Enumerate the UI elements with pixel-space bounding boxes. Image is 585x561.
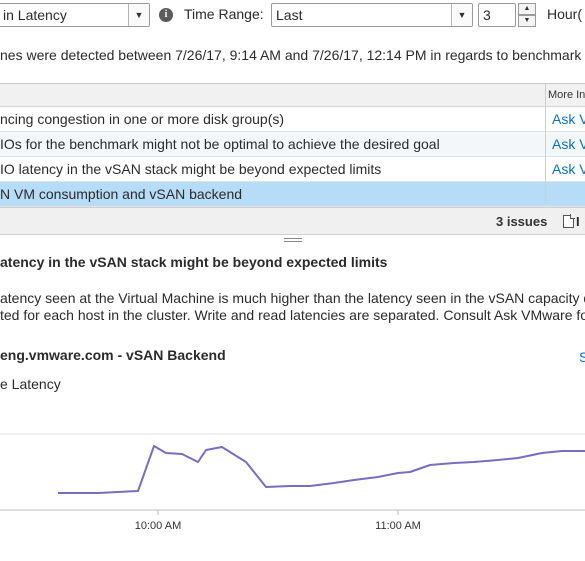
detail-description-line-1: atency seen at the Virtual Machine is mu… <box>0 290 585 306</box>
chevron-down-icon: ▼ <box>128 4 149 26</box>
table-row-selected[interactable]: N VM consumption and vSAN backend <box>0 182 585 207</box>
table-header: More In <box>0 83 585 107</box>
table-footer: 3 issues I <box>0 207 585 235</box>
ask-vmware-link[interactable]: Ask V <box>552 107 585 131</box>
metric-dropdown[interactable]: in Latency ▼ <box>0 3 150 27</box>
unit-label: Hour( <box>547 6 583 22</box>
issue-text: IOs for the benchmark might not be optim… <box>0 136 440 152</box>
ask-vmware-link[interactable]: Ask V <box>552 132 585 156</box>
issues-count: 3 issues <box>496 214 548 229</box>
panel-splitter-handle[interactable] <box>284 238 302 244</box>
range-value-input[interactable]: 3 <box>478 3 516 27</box>
time-range-label: Time Range: <box>184 6 264 22</box>
range-value-text: 3 <box>483 7 491 23</box>
stepper-up-icon[interactable]: ▲ <box>518 3 536 15</box>
chevron-down-icon: ▼ <box>451 4 472 26</box>
detail-title: atency in the vSAN stack might be beyond… <box>0 254 388 270</box>
x-tick-label: 11:00 AM <box>375 520 421 532</box>
table-row[interactable]: IO latency in the vSAN stack might be be… <box>0 157 585 182</box>
export-label: I <box>576 214 580 229</box>
series-line <box>58 445 585 494</box>
issue-text: IO latency in the vSAN stack might be be… <box>0 161 382 177</box>
table-row[interactable]: ncing congestion in one or more disk gro… <box>0 107 585 132</box>
time-range-dropdown-value: Last <box>276 7 303 23</box>
issue-text: N VM consumption and vSAN backend <box>0 186 243 202</box>
summary-text: nes were detected between 7/26/17, 9:14 … <box>0 47 585 63</box>
time-range-dropdown[interactable]: Last ▼ <box>271 3 473 27</box>
x-tick-label: 10:00 AM <box>135 520 181 532</box>
chart-series-label: e Latency <box>0 376 61 392</box>
info-icon[interactable]: i <box>159 8 173 22</box>
ask-vmware-link[interactable]: Ask V <box>552 157 585 181</box>
more-info-column-header: More In <box>548 89 585 101</box>
latency-chart: 10:00 AM 11:00 AM <box>0 433 585 532</box>
stepper-down-icon[interactable]: ▼ <box>518 15 536 27</box>
detail-description-line-2: ted for each host in the cluster. Write … <box>0 307 585 323</box>
metric-dropdown-value: in Latency <box>3 7 67 23</box>
column-divider <box>545 83 546 203</box>
chart-host-title: eng.vmware.com - vSAN Backend <box>0 347 226 363</box>
export-icon[interactable] <box>563 214 575 228</box>
chart-side-link[interactable]: S <box>579 349 585 365</box>
table-row[interactable]: IOs for the benchmark might not be optim… <box>0 132 585 157</box>
issue-text: ncing congestion in one or more disk gro… <box>0 111 285 127</box>
toolbar: in Latency ▼ i Time Range: Last ▼ 3 ▲ ▼ … <box>0 0 585 34</box>
